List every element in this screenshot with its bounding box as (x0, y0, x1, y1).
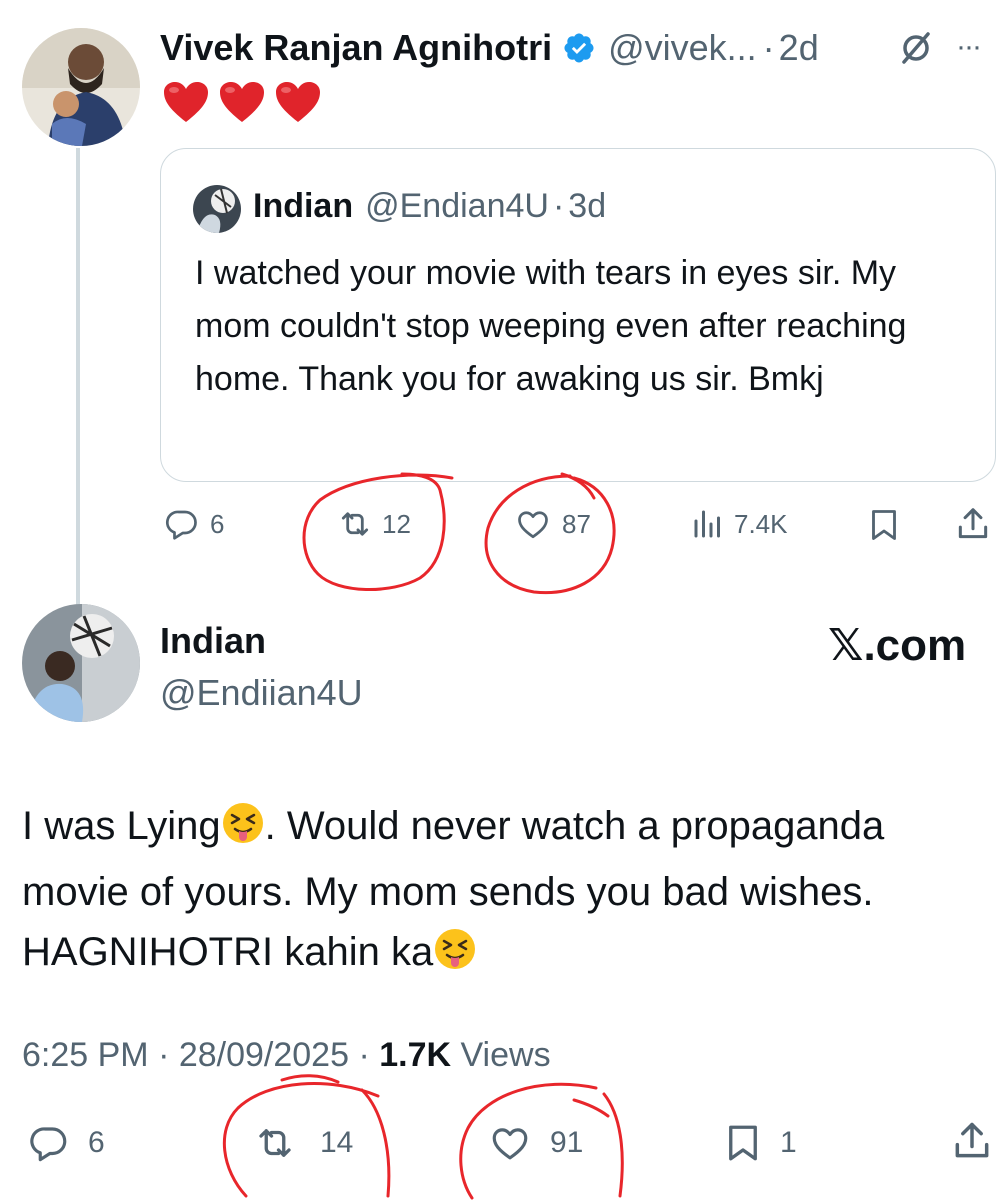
quoted-tweet-header: Indian @Endian4U · 3d (253, 187, 606, 226)
author-avatar[interactable] (22, 28, 140, 146)
tweet-text-line: I was Lying . Would never watch a propaga… (22, 796, 1002, 862)
author-name[interactable]: Vivek Ranjan Agnihotri (160, 27, 552, 69)
separator-dot: · (552, 187, 565, 225)
views-label: Views (451, 1036, 551, 1074)
repost-count: 12 (382, 508, 411, 539)
views-count: 7.4K (734, 508, 788, 539)
reply-icon (28, 1122, 70, 1164)
bookmark-icon (722, 1120, 764, 1166)
author-avatar[interactable] (22, 604, 140, 722)
author-handle[interactable]: @vivek... (608, 27, 757, 69)
like-button[interactable]: 87 (514, 506, 591, 542)
reply-icon (164, 506, 200, 542)
bookmark-icon[interactable] (866, 506, 902, 549)
like-count: 87 (562, 508, 591, 539)
tweet-emoji-hearts (162, 80, 322, 129)
like-icon (514, 506, 552, 542)
like-button[interactable]: 91 (488, 1122, 583, 1164)
tweet-text-segment: I was Lying (22, 804, 221, 848)
reply-count: 6 (88, 1126, 105, 1159)
share-icon[interactable] (950, 1118, 994, 1169)
tweet-text: I was Lying . Would never watch a propaga… (22, 796, 1002, 988)
tweet-text-segment: HAGNIHOTRI kahin ka (22, 930, 434, 974)
views-icon (690, 506, 726, 542)
red-heart-icon (218, 80, 266, 129)
reply-button[interactable]: 6 (164, 506, 224, 542)
tongue-emoji-icon (221, 801, 265, 862)
more-icon[interactable]: ··· (956, 30, 982, 64)
views-button[interactable]: 7.4K (690, 506, 788, 542)
separator-dot: · (762, 27, 775, 68)
tweet-timestamp[interactable]: 6:25 PM · 28/09/2025 · (22, 1036, 379, 1074)
like-icon (488, 1122, 532, 1164)
tweet-time[interactable]: 2d (779, 27, 819, 69)
author-handle[interactable]: @Endiian4U (160, 672, 363, 714)
grok-icon[interactable] (898, 30, 934, 71)
author-name[interactable]: Indian (160, 620, 266, 662)
tongue-emoji-icon (433, 927, 477, 988)
tweet-text-line: movie of yours. My mom sends you bad wis… (22, 870, 874, 914)
quoted-author-handle[interactable]: @Endian4U (365, 187, 549, 226)
reply-count: 6 (210, 508, 225, 539)
tweet-meta: 6:25 PM · 28/09/2025 · 1.7K Views (22, 1036, 551, 1075)
tweet-text-line: HAGNIHOTRI kahin ka (22, 922, 1002, 988)
repost-count: 14 (320, 1126, 354, 1159)
quoted-tweet-time[interactable]: 3d (568, 187, 606, 226)
like-count: 91 (550, 1126, 584, 1159)
repost-button[interactable]: 14 (252, 1122, 353, 1164)
red-heart-icon (274, 80, 322, 129)
tweet-text-segment: . Would never watch a propaganda (264, 804, 885, 848)
quoted-tweet-text: I watched your movie with tears in eyes … (195, 254, 907, 398)
bookmark-button[interactable]: 1 (722, 1120, 797, 1166)
tweet-header: Vivek Ranjan Agnihotri @vivek... · 2d (160, 26, 980, 70)
reply-button[interactable]: 6 (28, 1122, 105, 1164)
views-count: 1.7K (379, 1036, 452, 1074)
repost-icon (336, 506, 374, 542)
share-icon[interactable] (954, 504, 992, 549)
red-heart-icon (162, 80, 210, 129)
brand-logo: 𝕏.com (828, 621, 967, 670)
quoted-author-avatar[interactable] (193, 185, 241, 233)
thread-line (76, 148, 80, 606)
repost-button[interactable]: 12 (336, 506, 411, 542)
quoted-tweet-card[interactable]: Indian @Endian4U · 3d I watched your mov… (160, 148, 996, 482)
repost-icon (252, 1122, 298, 1164)
verified-badge-icon (562, 31, 596, 65)
bookmark-count: 1 (780, 1126, 797, 1159)
quoted-author-name[interactable]: Indian (253, 187, 353, 226)
